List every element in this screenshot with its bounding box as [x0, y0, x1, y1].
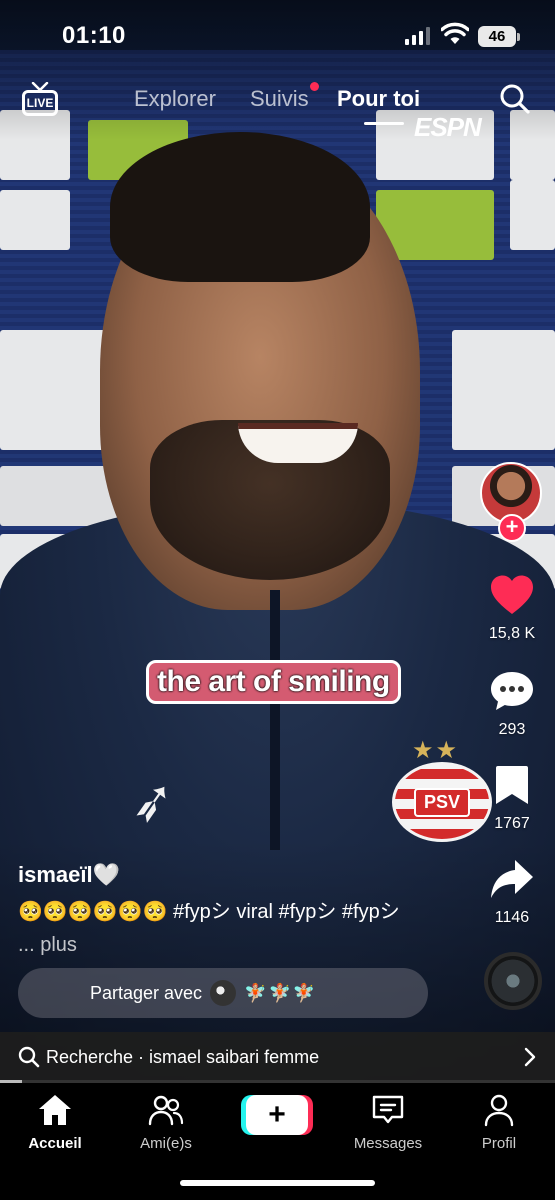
profile-icon [484, 1094, 514, 1127]
tab-amis[interactable]: Ami(e)s [111, 1093, 221, 1152]
post-description[interactable]: 🥺🥺🥺🥺🥺🥺 #fypシ viral #fypシ #fypシ ... plus [18, 896, 418, 962]
tab-pour-toi[interactable]: Pour toi [337, 86, 420, 112]
tab-messages-label: Messages [353, 1135, 423, 1152]
save-count: 1767 [494, 815, 530, 832]
bottom-tab-bar: Accueil Ami(e)s + Messages Profil [0, 1083, 555, 1200]
search-suggestion-text: Recherche · ismael saibari femme [46, 1046, 320, 1067]
create-button[interactable]: + [246, 1095, 308, 1135]
messages-icon [372, 1095, 404, 1124]
live-label: LIVE [22, 90, 58, 116]
home-icon [39, 1095, 71, 1125]
wifi-icon [441, 22, 469, 44]
tab-accueil[interactable]: Accueil [0, 1093, 110, 1152]
tab-explorer[interactable]: Explorer [134, 86, 216, 112]
share-contact-avatar [210, 980, 237, 1006]
share-arrow-icon [491, 860, 533, 898]
share-with-label: Partager avec [90, 982, 203, 1003]
tab-amis-label: Ami(e)s [140, 1135, 192, 1152]
battery-icon: 46 [478, 26, 516, 47]
comment-count: 293 [498, 721, 526, 738]
video-caption-text: the art of smiling [157, 665, 390, 698]
save-button[interactable]: 1767 [476, 764, 548, 833]
zipper [270, 590, 280, 850]
search-icon [18, 1046, 40, 1068]
status-bar: 01:10 46 [0, 0, 555, 70]
heart-icon [491, 575, 533, 614]
espn-watermark: ESPN [414, 112, 482, 142]
post-username[interactable]: ismaeïl🤍 [18, 862, 120, 888]
friends-icon [148, 1095, 184, 1126]
like-count: 15,8 K [488, 625, 536, 642]
stars-icon: ★★ [412, 737, 460, 764]
share-button[interactable]: 1146 [476, 858, 548, 927]
tab-accueil-label: Accueil [28, 1135, 82, 1152]
see-more-link[interactable]: ... plus [18, 934, 77, 956]
tab-suivis[interactable]: Suivis [250, 86, 309, 112]
comment-icon [491, 672, 533, 710]
plus-icon: + [268, 1098, 286, 1131]
tab-profil[interactable]: Profil [444, 1093, 554, 1152]
share-count: 1146 [494, 909, 530, 926]
post-description-text: 🥺🥺🥺🥺🥺🥺 #fypシ viral #fypシ #fypシ [18, 901, 400, 923]
share-with-bar[interactable]: Partager avec 🧚🏼🧚🏼🧚🏼 [18, 968, 428, 1018]
video-caption-overlay: the art of smiling [146, 660, 401, 704]
suivis-notification-dot [310, 82, 319, 91]
live-button[interactable]: LIVE [22, 82, 60, 118]
tab-messages[interactable]: Messages [333, 1093, 443, 1152]
search-suggestion-bar[interactable]: Recherche · ismael saibari femme [0, 1032, 555, 1082]
status-time: 01:10 [62, 22, 126, 49]
follow-button[interactable]: + [498, 514, 526, 542]
cellular-signal-icon [405, 27, 430, 45]
active-tab-indicator [364, 122, 404, 125]
tab-profil-label: Profil [481, 1135, 517, 1152]
music-disc[interactable] [484, 952, 542, 1010]
home-indicator [180, 1180, 375, 1186]
comment-button[interactable]: 293 [476, 670, 548, 739]
search-icon[interactable] [498, 82, 532, 116]
chevron-right-icon [524, 1047, 536, 1067]
bookmark-icon [496, 766, 528, 804]
psv-crest-label: PSV [413, 787, 471, 817]
like-button[interactable]: 15,8 K [476, 574, 548, 643]
share-contact-emojis: 🧚🏼🧚🏼🧚🏼 [244, 982, 318, 1003]
hair [110, 132, 370, 282]
